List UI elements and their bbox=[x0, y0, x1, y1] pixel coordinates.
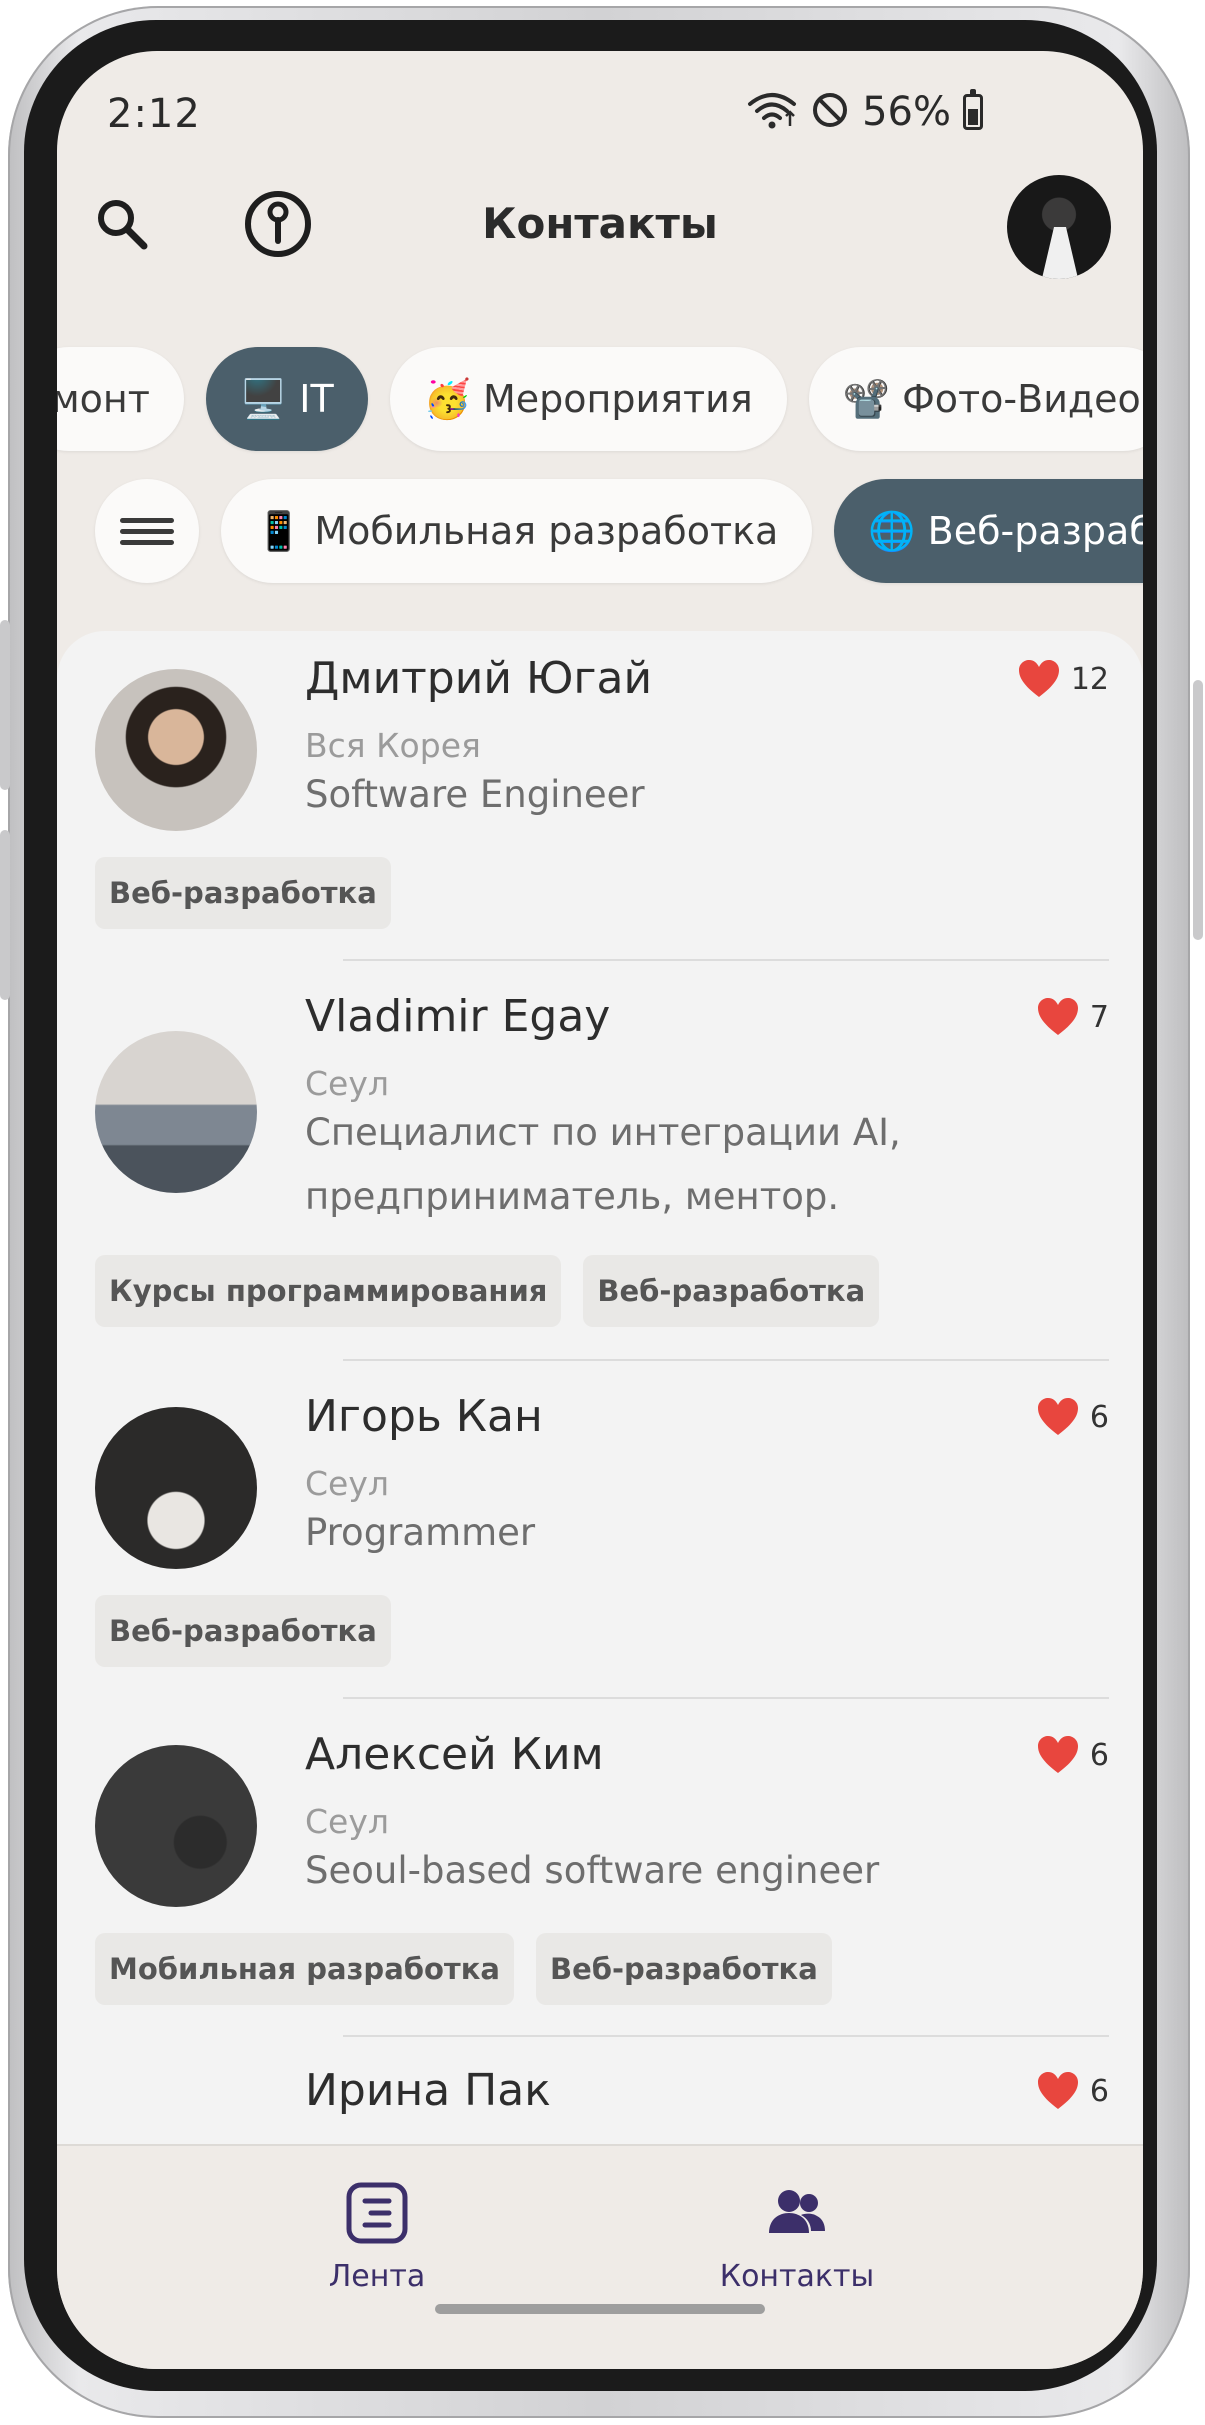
tag-list: Веб-разработка bbox=[95, 857, 391, 929]
chip-photo-video[interactable]: 📽️ Фото-Видео bbox=[808, 347, 1143, 451]
like-button[interactable]: 7 bbox=[1036, 997, 1109, 1037]
computer-icon: 🖥️ bbox=[239, 376, 288, 421]
avatar bbox=[95, 1407, 257, 1569]
side-button-left-bottom bbox=[0, 830, 10, 1000]
contact-name: Ирина Пак bbox=[305, 2065, 551, 2116]
heart-icon bbox=[1037, 1398, 1078, 1435]
nav-contacts-label: Контакты bbox=[719, 2259, 875, 2294]
heart-icon bbox=[1037, 998, 1078, 1035]
chip-remont[interactable]: монт bbox=[57, 347, 184, 451]
contact-name: Алексей Ким bbox=[305, 1729, 604, 1780]
nav-feed[interactable]: Лента bbox=[257, 2181, 497, 2294]
like-count: 6 bbox=[1089, 1399, 1109, 1435]
tag[interactable]: Веб-разработка bbox=[583, 1255, 880, 1327]
heart-icon bbox=[1018, 660, 1059, 697]
side-button-right bbox=[1193, 680, 1203, 940]
home-indicator[interactable] bbox=[435, 2304, 765, 2314]
tag[interactable]: Веб-разработка bbox=[95, 857, 391, 929]
projector-icon: 📽️ bbox=[842, 376, 891, 421]
status-time: 2:12 bbox=[107, 91, 201, 137]
heart-icon bbox=[1037, 1736, 1078, 1773]
tag[interactable]: Веб-разработка bbox=[95, 1595, 391, 1667]
like-count: 6 bbox=[1089, 2073, 1109, 2109]
status-icons: 56% bbox=[746, 89, 983, 135]
hamburger-icon bbox=[120, 512, 174, 551]
tag-list: Курсы программирования Веб-разработка bbox=[95, 1255, 880, 1327]
contact-description: Programmer bbox=[305, 1511, 536, 1554]
feed-icon bbox=[346, 2182, 408, 2244]
contact-name: Дмитрий Югай bbox=[305, 653, 653, 704]
tag-list: Мобильная разработка Веб-разработка bbox=[95, 1933, 832, 2005]
nav-contacts[interactable]: Контакты bbox=[677, 2181, 917, 2294]
wifi-icon bbox=[746, 90, 798, 134]
bottom-nav: Лента Контакты bbox=[57, 2144, 1143, 2369]
category-chips: монт 🖥️ IT 🥳 Мероприятия 📽️ Фото-Видео bbox=[57, 345, 1143, 453]
tag-list: Веб-разработка bbox=[95, 1595, 391, 1667]
tag[interactable]: Веб-разработка bbox=[536, 1933, 832, 2005]
app-screen: 2:12 56% Контакты монт 🖥️ IT 🥳 Мероприят… bbox=[57, 51, 1143, 2369]
contact-card[interactable]: Игорь Кан Сеул Programmer 6 Веб-разработ… bbox=[57, 1361, 1143, 1699]
chip-web-dev[interactable]: 🌐Веб-разработка bbox=[834, 479, 1143, 583]
like-count: 6 bbox=[1089, 1737, 1109, 1773]
heart-icon bbox=[1037, 2072, 1078, 2109]
battery-percent: 56% bbox=[862, 89, 951, 135]
like-count: 7 bbox=[1089, 999, 1109, 1035]
tag[interactable]: Курсы программирования bbox=[95, 1255, 562, 1327]
contact-description: Seoul-based software engineer bbox=[305, 1849, 880, 1892]
contacts-icon bbox=[769, 2190, 825, 2233]
contact-city: Сеул bbox=[305, 1464, 389, 1503]
battery-icon bbox=[963, 89, 983, 130]
contact-name: Vladimir Egay bbox=[305, 991, 611, 1042]
nav-feed-label: Лента bbox=[328, 2259, 426, 2294]
profile-avatar[interactable] bbox=[1007, 175, 1111, 279]
contact-city: Вся Корея bbox=[305, 726, 481, 765]
chip-it[interactable]: 🖥️ IT bbox=[205, 347, 368, 451]
tag[interactable]: Мобильная разработка bbox=[95, 1933, 514, 2005]
like-button[interactable]: 12 bbox=[1017, 659, 1109, 699]
like-count: 12 bbox=[1070, 661, 1109, 697]
globe-icon: 🌐 bbox=[868, 508, 916, 553]
chip-events[interactable]: 🥳 Мероприятия bbox=[389, 347, 787, 451]
do-not-disturb-icon bbox=[810, 90, 850, 134]
contact-city: Сеул bbox=[305, 1064, 389, 1103]
chip-mobile-dev[interactable]: 📱 Мобильная разработка bbox=[221, 479, 813, 583]
contact-card[interactable]: Дмитрий Югай Вся Корея Software Engineer… bbox=[57, 631, 1143, 961]
contact-city: Сеул bbox=[305, 1802, 389, 1841]
like-button[interactable]: 6 bbox=[1036, 2071, 1109, 2111]
subcategory-chips: 📱Мобильная разработка 🌐Веб-разработка bbox=[95, 477, 1143, 585]
contact-card[interactable]: Алексей Ким Сеул Seoul-based software en… bbox=[57, 1699, 1143, 2037]
phone-icon: 📱 bbox=[255, 508, 303, 553]
contact-description: Специалист по интеграции AI, предпринима… bbox=[305, 1111, 901, 1218]
party-icon: 🥳 bbox=[423, 376, 471, 421]
like-button[interactable]: 6 bbox=[1036, 1397, 1109, 1437]
menu-button[interactable] bbox=[95, 479, 199, 583]
contact-name: Игорь Кан bbox=[305, 1391, 543, 1442]
contact-description: Software Engineer bbox=[305, 773, 645, 816]
contact-list[interactable]: Дмитрий Югай Вся Корея Software Engineer… bbox=[57, 631, 1143, 2216]
avatar bbox=[95, 1031, 257, 1193]
side-button-left-top bbox=[0, 620, 10, 790]
avatar bbox=[95, 669, 257, 831]
avatar bbox=[95, 1745, 257, 1907]
page-title: Контакты bbox=[482, 199, 718, 248]
like-button[interactable]: 6 bbox=[1036, 1735, 1109, 1775]
contact-card[interactable]: Vladimir Egay Сеул Специалист по интегра… bbox=[57, 961, 1143, 1361]
